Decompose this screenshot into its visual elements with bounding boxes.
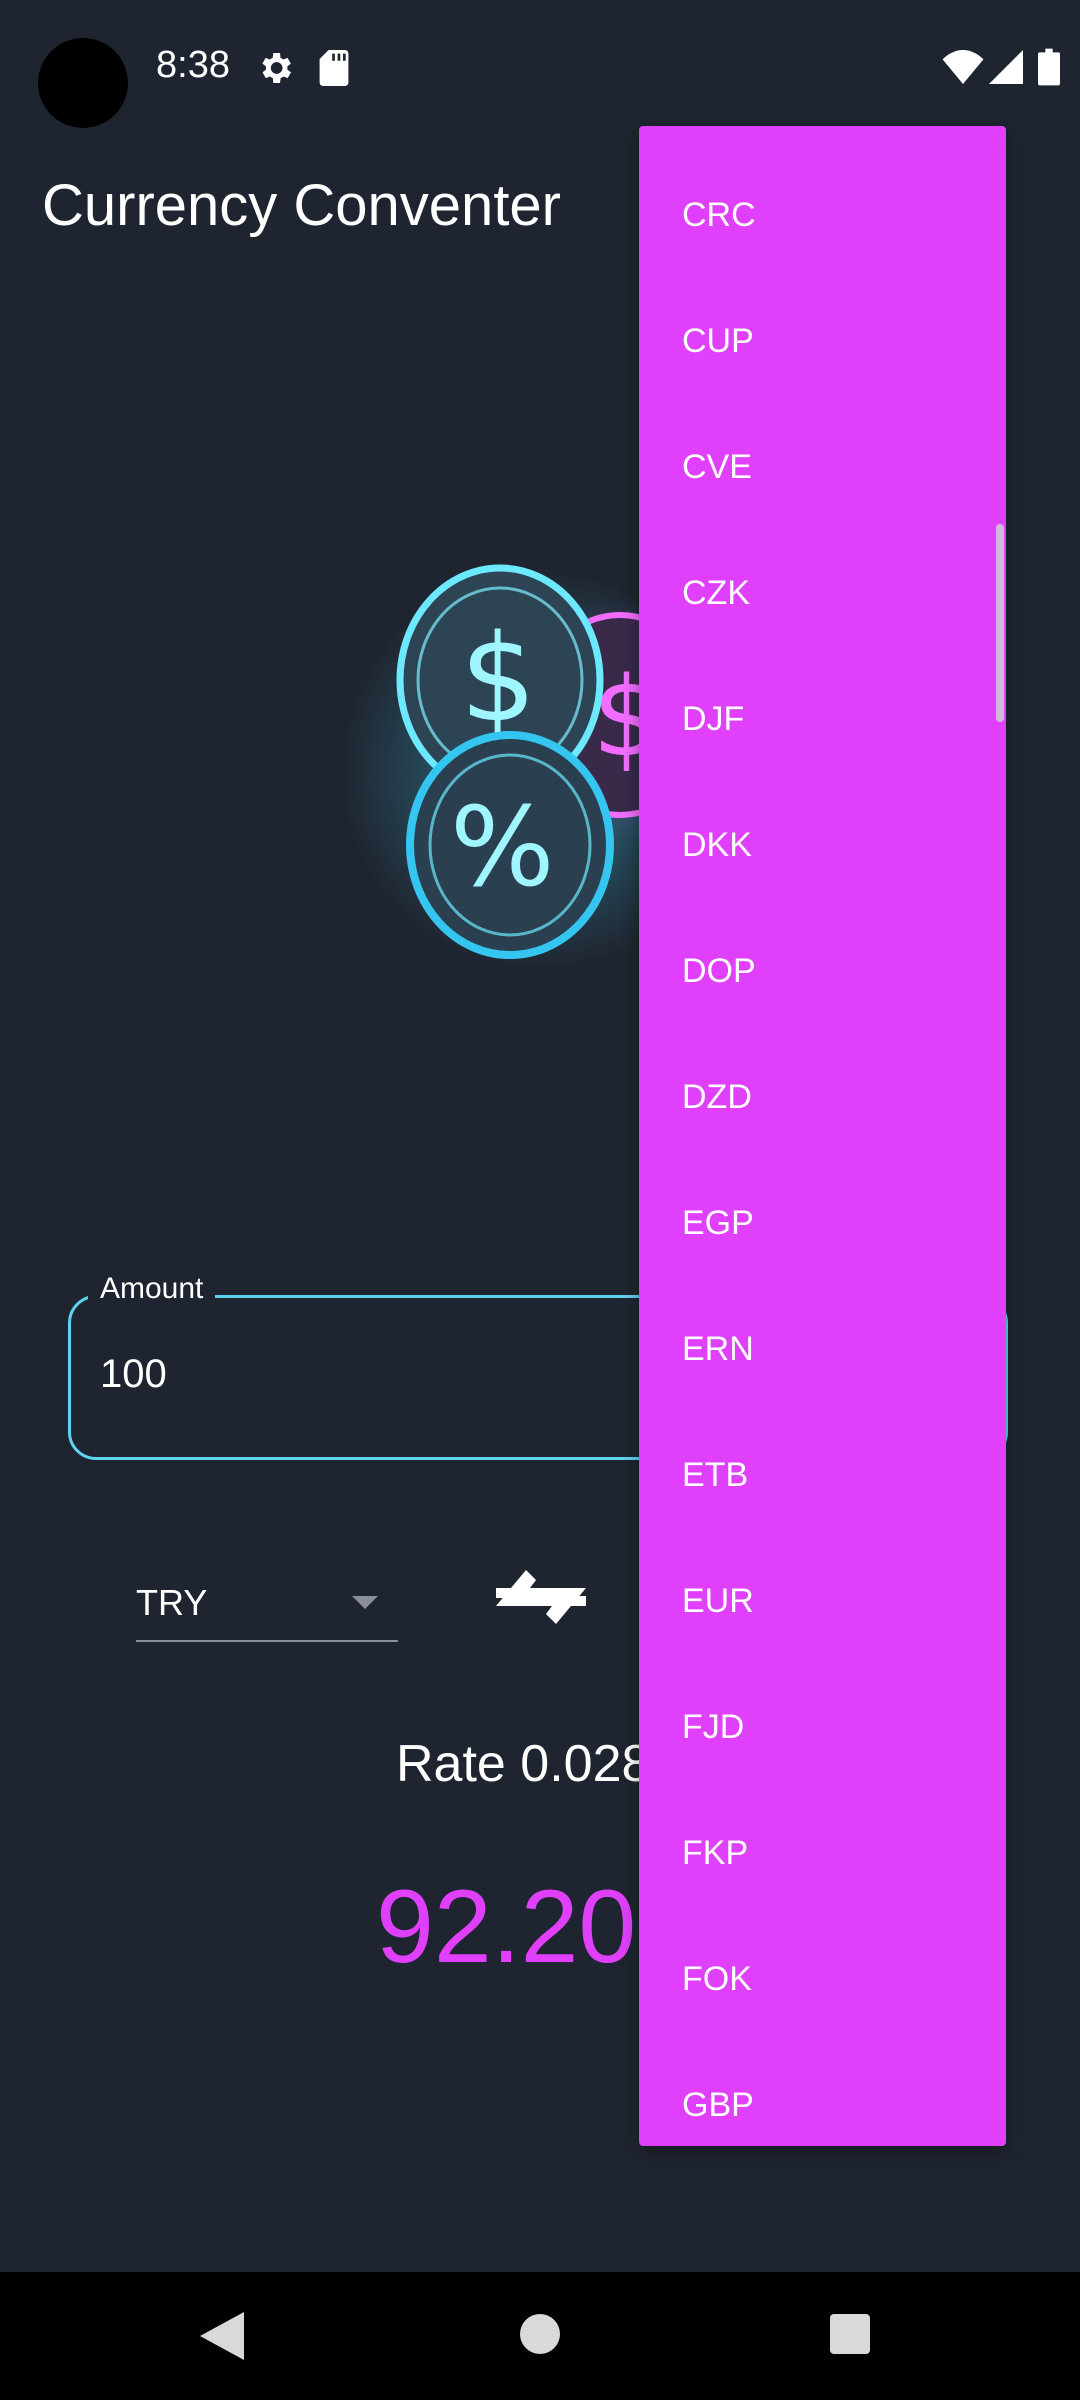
app-title: Currency Conventer [42,173,561,238]
dropdown-item-ern[interactable]: ERN [639,1286,1006,1412]
currency-dropdown-menu[interactable]: CRC CUP CVE CZK DJF DKK DOP DZD EGP ERN … [639,126,1006,2146]
from-currency-select[interactable]: TRY [136,1570,398,1642]
svg-text:$: $ [460,610,536,749]
dropdown-item-dkk[interactable]: DKK [639,782,1006,908]
screen: 8:38 Currency Conventer $ $ % Amount 100… [0,0,1080,2400]
result-text: 92.20 [376,1869,637,1985]
dropdown-item-djf[interactable]: DJF [639,656,1006,782]
dropdown-item-egp[interactable]: EGP [639,1160,1006,1286]
dropdown-item-fok[interactable]: FOK [639,1916,1006,2042]
home-icon[interactable] [520,2314,560,2354]
sd-card-icon [319,50,349,86]
svg-text:%: % [450,783,555,911]
currency-dropdown-list: CRC CUP CVE CZK DJF DKK DOP DZD EGP ERN … [639,126,1006,2146]
dropdown-item-cup[interactable]: CUP [639,278,1006,404]
recents-icon[interactable] [830,2314,870,2354]
battery-icon [1038,48,1060,86]
dropdown-item-czk[interactable]: CZK [639,530,1006,656]
dropdown-item-dop[interactable]: DOP [639,908,1006,1034]
dropdown-item-dzd[interactable]: DZD [639,1034,1006,1160]
rate-text: Rate 0.028 [396,1735,651,1793]
amount-input-value[interactable]: 100 [100,1352,167,1397]
chevron-down-icon [352,1596,378,1609]
dropdown-item-fjd[interactable]: FJD [639,1664,1006,1790]
dropdown-item-eur[interactable]: EUR [639,1538,1006,1664]
camera-cutout [38,38,128,128]
swap-arrows-icon[interactable] [496,1568,586,1634]
dropdown-item-fkp[interactable]: FKP [639,1790,1006,1916]
gear-icon [262,53,291,83]
wifi-icon [942,50,984,84]
status-bar: 8:38 [0,0,1080,130]
dropdown-item-etb[interactable]: ETB [639,1412,1006,1538]
back-icon[interactable] [200,2312,244,2360]
status-time: 8:38 [156,44,230,86]
dropdown-item-cve[interactable]: CVE [639,404,1006,530]
dropdown-item-crc[interactable]: CRC [639,152,1006,278]
dropdown-item-gbp[interactable]: GBP [639,2042,1006,2146]
from-currency-value: TRY [136,1582,208,1623]
amount-label: Amount [88,1272,216,1306]
cell-signal-icon [989,50,1023,84]
dropdown-scrollbar[interactable] [996,524,1004,722]
